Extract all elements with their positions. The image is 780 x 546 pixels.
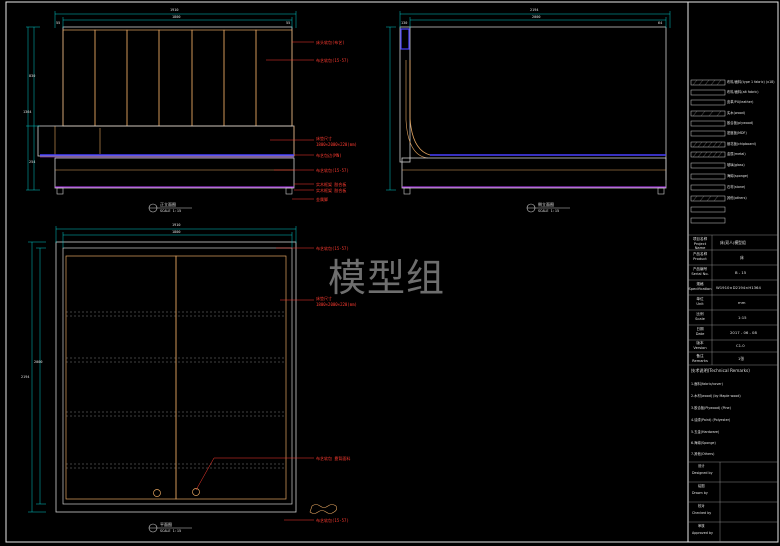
dim-side-right: 64 bbox=[658, 21, 663, 25]
tb-label-unit-en: Unit bbox=[696, 302, 704, 306]
plan-annotation-2: 床垫尺寸 bbox=[316, 296, 332, 301]
watermark-text: 模型组 bbox=[328, 256, 446, 300]
remark-1: 1.面料(fabric/cover) bbox=[691, 382, 723, 386]
tb-label-spec-en: Specification bbox=[688, 287, 712, 291]
tb-label-serial-en: Serial No. bbox=[691, 272, 709, 276]
tb-value-product: 床 bbox=[740, 255, 744, 260]
tb-label-project-cn: 项目名称 bbox=[692, 237, 708, 241]
dim-front-inner: 1800 bbox=[172, 15, 181, 19]
sig-checker-en: Checked by bbox=[692, 511, 712, 515]
material-label-3: 皮革/PU(leather) bbox=[727, 100, 754, 104]
front-annotation-8: 实木框架 胶合板 bbox=[316, 188, 347, 193]
tb-label-version-en: Version bbox=[693, 346, 707, 350]
front-annotation-6: 布艺软包(15-57) bbox=[316, 168, 349, 173]
plan-annotation-5: 布艺软包(15-57) bbox=[316, 518, 349, 523]
dim-front-side-1: 55 bbox=[56, 21, 61, 25]
tb-label-remarks-en: Remarks bbox=[692, 359, 708, 363]
remark-7: 7.其他(Others) bbox=[691, 452, 715, 456]
material-label-7: 刨花板(chipboard) bbox=[727, 142, 756, 146]
tb-value-version: C1.0 bbox=[736, 343, 745, 348]
tb-label-date-cn: 日期 bbox=[696, 327, 704, 331]
material-label-11: 石材(stone) bbox=[727, 185, 746, 189]
material-label-10: 海绵(sponge) bbox=[727, 174, 749, 178]
side-view-caption: 侧立面图 bbox=[538, 202, 554, 207]
sig-designer-cn: 设计 bbox=[698, 464, 705, 468]
remark-4: 4.油漆(Paint) (Polyester) bbox=[691, 418, 731, 422]
front-view-caption: 正立面图 bbox=[160, 202, 176, 207]
sig-designer-en: Designed by bbox=[692, 471, 713, 475]
sig-approver-en: Approved by bbox=[692, 531, 713, 535]
tb-label-scale-en: Scale bbox=[695, 317, 705, 321]
tb-value-project: 床(双人)模型组 bbox=[720, 240, 746, 245]
plan-annotation-1: 布艺软包(15-57) bbox=[316, 246, 349, 251]
dim-front-height-upper: 830 bbox=[29, 74, 36, 78]
tb-label-product-cn: 产品名称 bbox=[692, 252, 708, 256]
materials-legend-hatching bbox=[692, 79, 723, 202]
front-elevation bbox=[26, 11, 314, 213]
tb-value-date: 2017 - 06 - 08 bbox=[730, 330, 757, 335]
dim-plan-inner-depth: 2000 bbox=[34, 360, 43, 364]
front-annotation-3: 床垫尺寸 bbox=[316, 136, 332, 141]
sig-drawer-en: Drawn by bbox=[692, 491, 708, 495]
plan-annotation-3: 1800×2000×220(mm) bbox=[316, 302, 357, 307]
side-elevation bbox=[386, 11, 671, 213]
front-annotation-4: 1800×2000×220(mm) bbox=[316, 142, 357, 147]
tb-label-scale-cn: 比例 bbox=[696, 312, 704, 316]
dim-front-height-base: 254 bbox=[29, 160, 36, 164]
material-label-9: 玻璃(glass) bbox=[727, 163, 745, 167]
remarks-title: 技术说明(Technical Remarks) bbox=[691, 368, 750, 373]
front-view-scale: SCALE 1:15 bbox=[160, 209, 182, 213]
tb-value-unit: mm bbox=[738, 300, 746, 305]
dim-side-left: 130 bbox=[401, 21, 408, 25]
material-label-5: 胶合板(plywood) bbox=[727, 121, 754, 125]
tb-value-serial: B - 15 bbox=[735, 270, 747, 275]
tb-value-remarks: 1张 bbox=[738, 356, 745, 361]
tb-label-spec-cn: 规格 bbox=[696, 282, 704, 286]
sig-checker-cn: 校对 bbox=[698, 504, 705, 508]
front-annotation-7: 实木框架 胶合板 bbox=[316, 182, 347, 187]
tb-label-project-en: Project Name bbox=[693, 242, 707, 251]
dim-plan-inner: 1800 bbox=[172, 230, 181, 234]
front-annotation-1: 床头软包(布艺) bbox=[316, 40, 345, 45]
material-label-6: 密度板(MDF) bbox=[727, 131, 747, 135]
dim-plan-depth: 2194 bbox=[21, 375, 30, 379]
tb-label-serial-cn: 产品编号 bbox=[692, 267, 708, 271]
tb-value-scale: 1:15 bbox=[738, 315, 747, 320]
dim-plan-overall: 1910 bbox=[172, 223, 181, 227]
tb-value-spec: W1910×D2194×H1364 bbox=[716, 285, 761, 290]
sig-drawer-cn: 绘图 bbox=[698, 484, 705, 488]
tb-label-version-cn: 版本 bbox=[696, 341, 704, 345]
tb-label-product-en: Product bbox=[693, 257, 707, 261]
material-label-12: 其他(others) bbox=[727, 196, 747, 200]
material-label-2: 布料/面料(alt fabric) bbox=[727, 90, 759, 94]
dim-front-overall: 1910 bbox=[170, 8, 179, 12]
front-annotation-2: 布艺软包(15-57) bbox=[316, 58, 349, 63]
dim-front-side-2: 55 bbox=[286, 21, 291, 25]
remark-2: 2.木材(wood) (by Maple wood) bbox=[691, 394, 741, 398]
dim-side-overall: 2194 bbox=[530, 8, 539, 12]
dim-side-inner: 2000 bbox=[532, 15, 541, 19]
material-label-4: 实木(wood) bbox=[727, 111, 745, 115]
side-view-scale: SCALE 1:15 bbox=[538, 209, 560, 213]
plan-view-caption: 平面图 bbox=[160, 522, 172, 527]
remark-3: 3.胶合板(Plywood) (Pine) bbox=[691, 406, 731, 410]
tb-label-remarks-cn: 备注 bbox=[696, 354, 704, 358]
remark-6: 6.海绵(Sponge) bbox=[691, 441, 716, 445]
plan-view-scale: SCALE 1:15 bbox=[160, 529, 182, 533]
plan-annotation-4: 布艺软包 靠背面料 bbox=[316, 456, 351, 461]
material-label-8: 金属(metal) bbox=[727, 152, 746, 156]
dim-front-height-total: 1364 bbox=[23, 110, 32, 114]
plan-view bbox=[28, 226, 337, 533]
materials-legend-swatches bbox=[690, 79, 726, 224]
tb-label-unit-cn: 单位 bbox=[696, 297, 704, 301]
front-annotation-5: 布艺包边(MN) bbox=[316, 153, 342, 158]
tb-label-date-en: Date bbox=[695, 332, 705, 336]
sig-approver-cn: 审核 bbox=[698, 524, 705, 528]
front-annotation-9: 金属脚 bbox=[316, 197, 328, 202]
remark-5: 5.五金(Hardware) bbox=[691, 430, 720, 434]
material-label-1: 布料/面料(type 1 fabric) (x18) bbox=[727, 80, 775, 84]
